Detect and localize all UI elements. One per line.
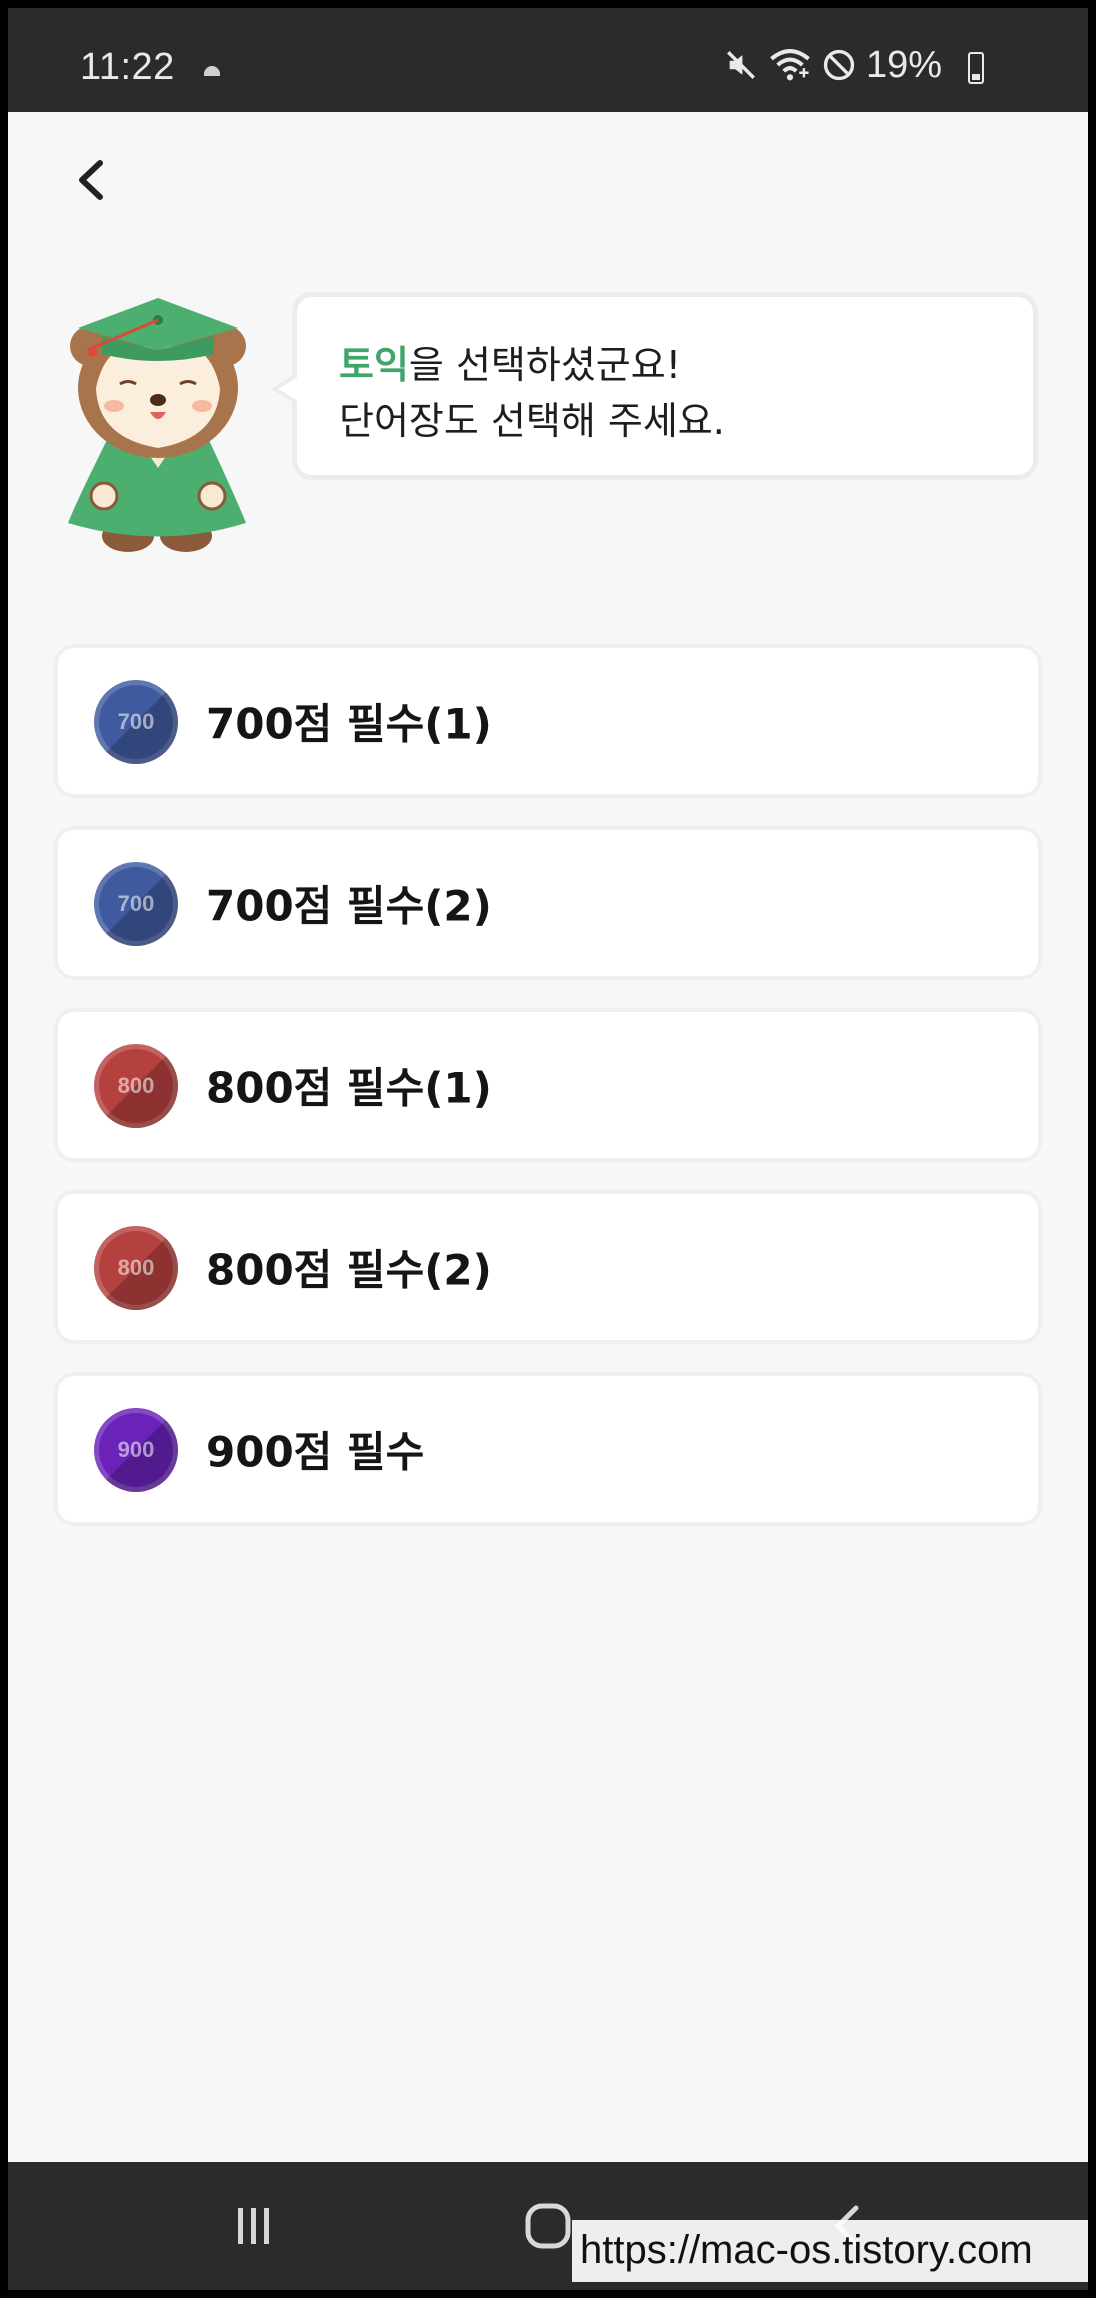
mute-icon <box>726 51 755 79</box>
wifi-icon <box>770 49 810 81</box>
mascot-bear-graduate <box>68 298 246 552</box>
wordbook-label: 800점 필수(1) <box>206 1063 492 1113</box>
wordbook-label: 700점 필수(1) <box>206 699 492 749</box>
level-badge-icon: 800 <box>94 1226 178 1310</box>
recent-apps-icon <box>238 2208 269 2244</box>
bubble-line-1-text: 을 선택하셨군요! <box>408 343 681 387</box>
wordbook-item[interactable]: 800 800점 필수(1) <box>54 1008 1042 1162</box>
level-badge-icon: 900 <box>94 1408 178 1492</box>
wordbook-label: 900점 필수 <box>206 1427 425 1477</box>
notification-icon <box>204 66 220 76</box>
selected-exam: 토익 <box>339 343 409 387</box>
watermark: https://mac-os.tistory.com <box>572 2220 1088 2282</box>
back-button[interactable] <box>60 150 120 210</box>
battery-percent: 19% <box>865 43 942 86</box>
bubble-line-1: 토익을 선택하셨군요! <box>339 337 1033 393</box>
screen: 11:22 19% 토익을 선택하셨군요! 단어장도 선택해 주세요. 700 … <box>8 8 1088 2290</box>
do-not-disturb-icon <box>823 49 855 81</box>
wordbook-item[interactable]: 700 700점 필수(2) <box>54 826 1042 980</box>
recent-apps-button[interactable] <box>214 2196 294 2256</box>
chevron-left-icon <box>79 160 103 200</box>
wordbook-label: 800점 필수(2) <box>206 1245 492 1295</box>
level-badge-icon: 800 <box>94 1044 178 1128</box>
speech-bubble: 토익을 선택하셨군요! 단어장도 선택해 주세요. <box>271 292 1038 480</box>
wordbook-item[interactable]: 900 900점 필수 <box>54 1372 1042 1526</box>
status-time: 11:22 <box>80 46 175 88</box>
home-icon <box>525 2203 571 2249</box>
wordbook-item[interactable]: 800 800점 필수(2) <box>54 1190 1042 1344</box>
status-icons: 19% <box>724 44 970 86</box>
status-bar: 11:22 19% <box>8 8 1088 112</box>
level-badge-icon: 700 <box>94 862 178 946</box>
wordbook-list: 700 700점 필수(1) 700 700점 필수(2) 800 800점 필… <box>54 644 1042 1554</box>
wordbook-label: 700점 필수(2) <box>206 881 492 931</box>
wordbook-item[interactable]: 700 700점 필수(1) <box>54 644 1042 798</box>
battery-icon <box>968 52 984 84</box>
bubble-line-2: 단어장도 선택해 주세요. <box>339 399 725 443</box>
level-badge-icon: 700 <box>94 680 178 764</box>
